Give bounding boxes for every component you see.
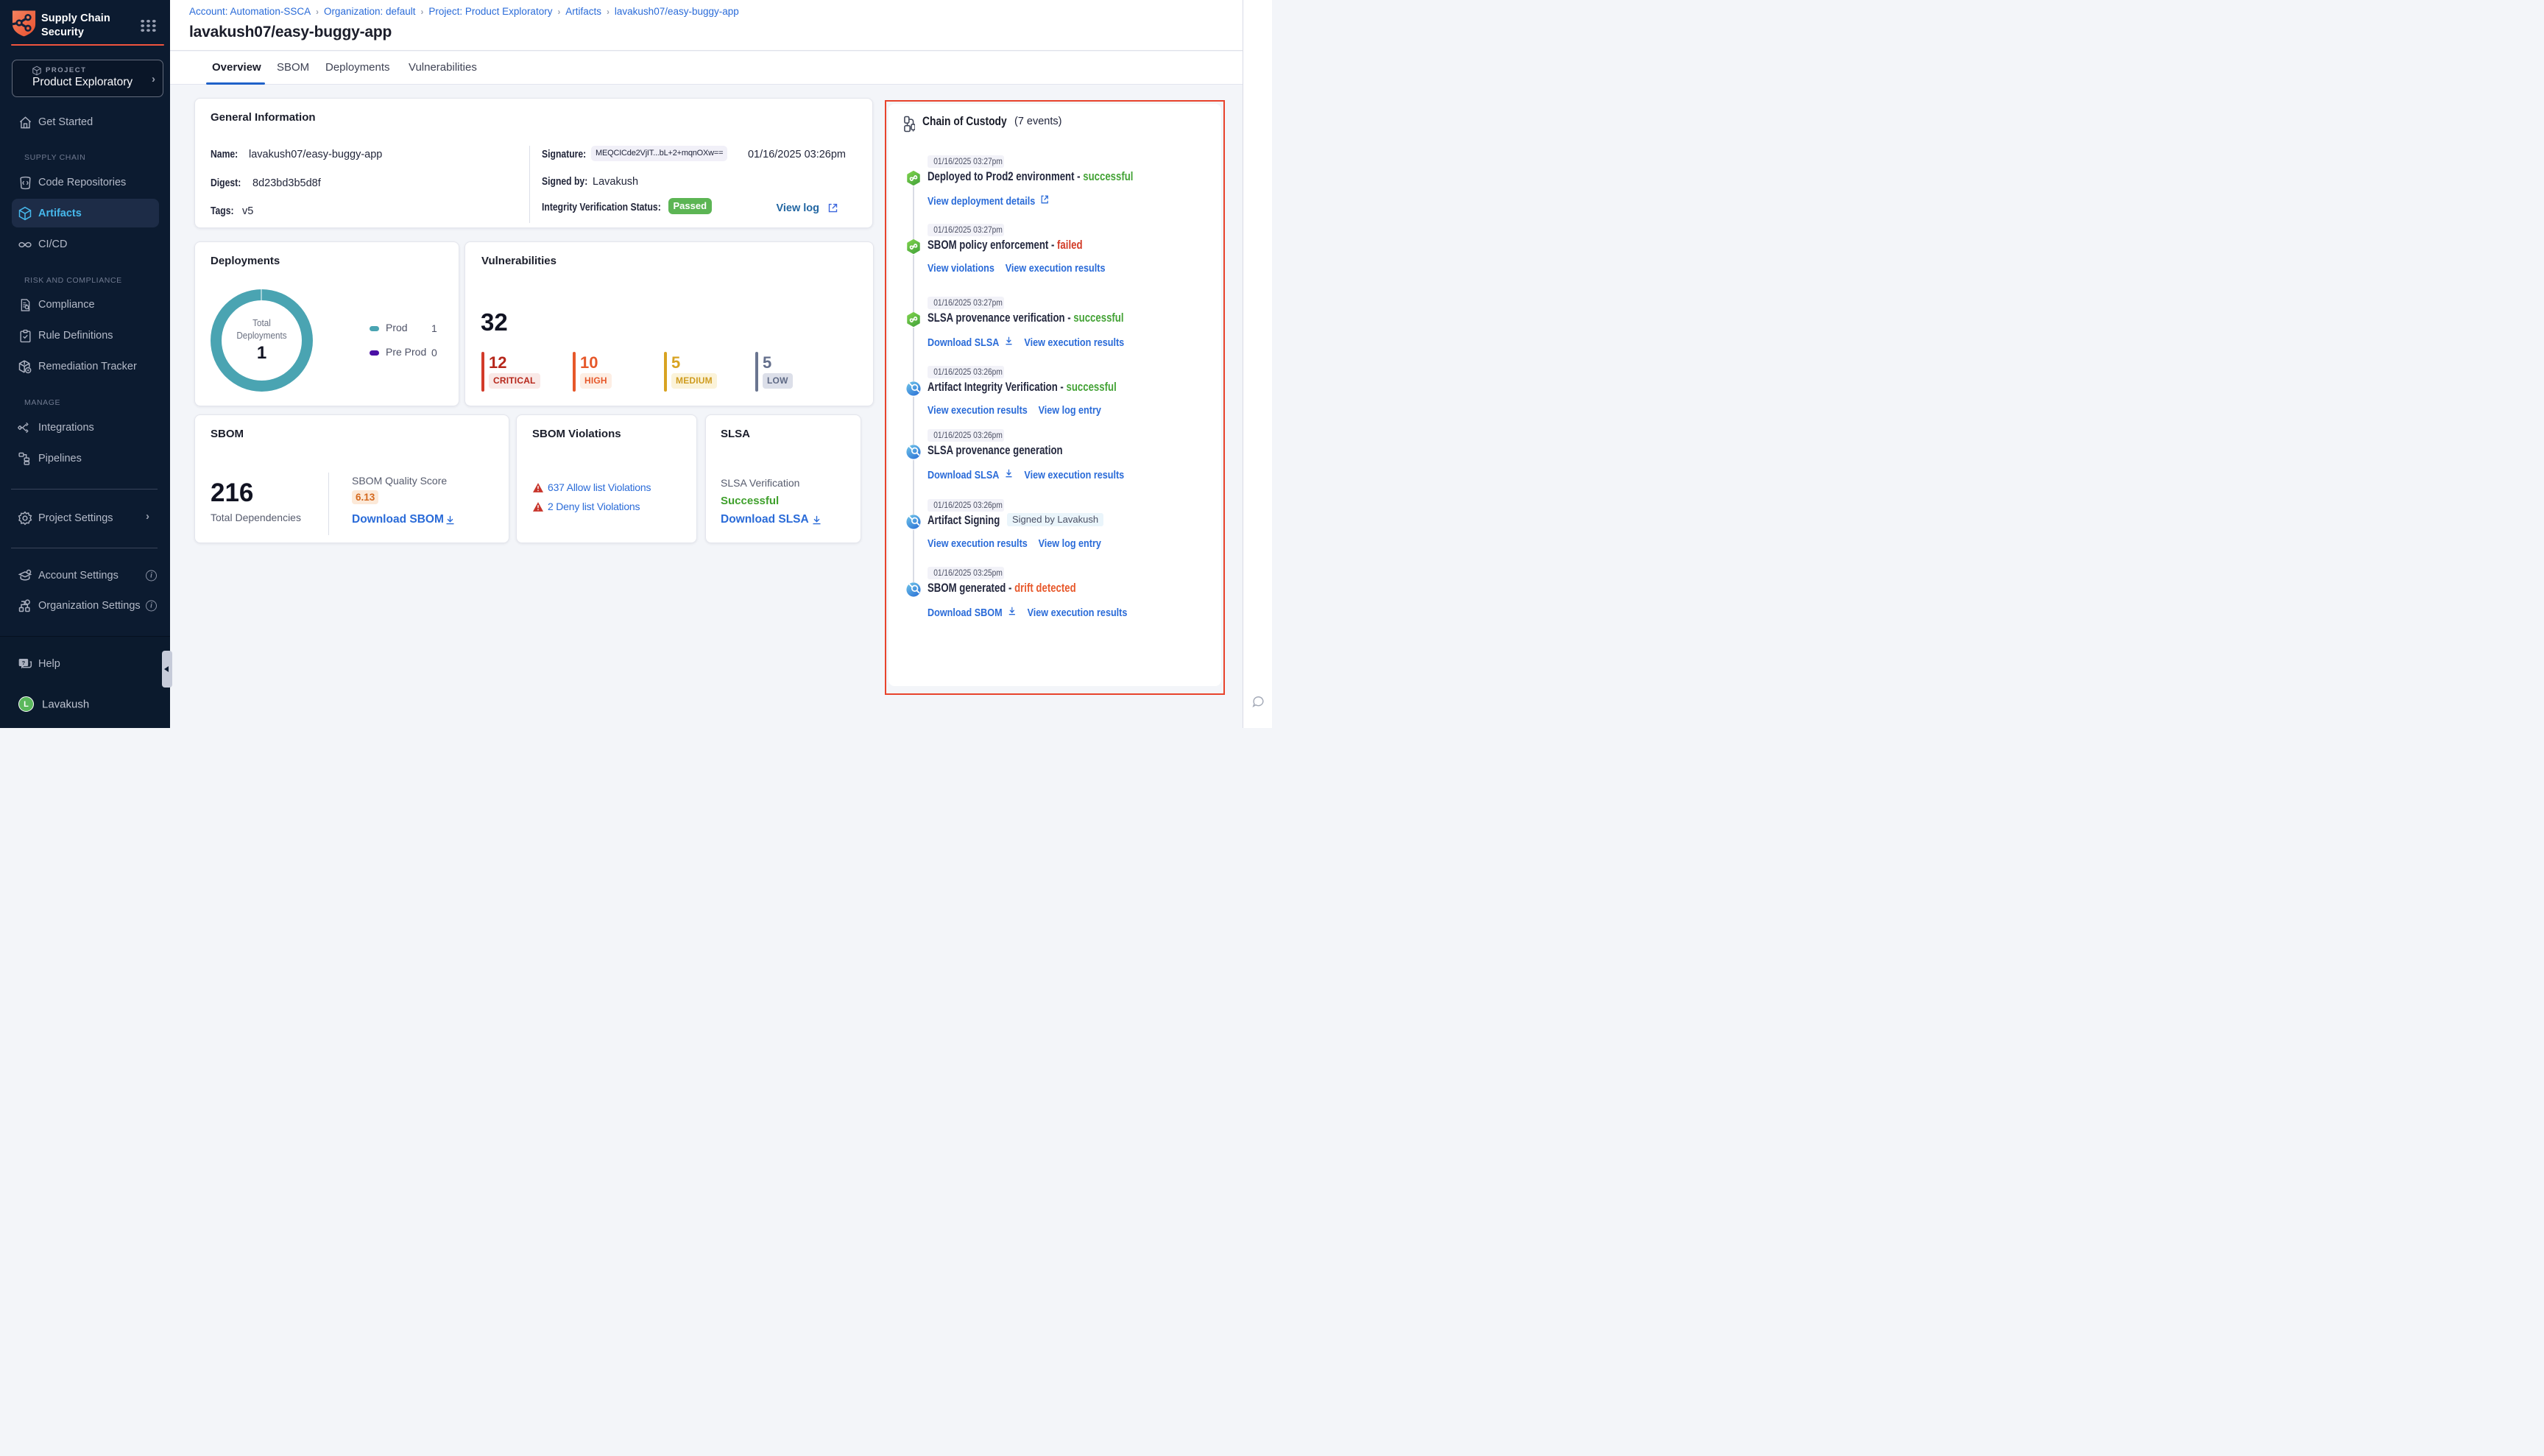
svg-text:?: ? [22,659,26,665]
